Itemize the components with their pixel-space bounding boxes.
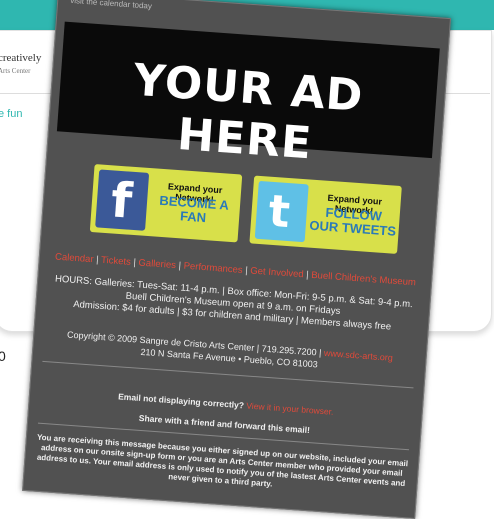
nav-link-get-involved[interactable]: Get Involved [250,265,304,280]
twitter-cta: FOLLOW OUR TWEETS [308,204,397,239]
twitter-follow-button[interactable]: t Expand your Network! FOLLOW OUR TWEETS [249,175,402,254]
background-logo: creatively Arts Center [0,52,41,78]
background-link[interactable]: e fun [0,108,22,120]
email-not-displaying-text: Email not displaying correctly? [117,391,245,411]
ad-banner-text: YOUR AD HERE [131,54,366,170]
facebook-cta: BECOME A FAN [158,192,230,226]
twitter-icon: t [254,180,309,243]
nav-link-performances[interactable]: Performances [183,261,243,276]
background-logo-line1: creatively [0,52,42,64]
ad-banner[interactable]: YOUR AD HERE [56,21,440,169]
view-in-browser-link[interactable]: View it in your browser. [246,401,334,417]
email-newsletter-preview: visit the calendar today YOUR AD HERE f … [22,0,451,519]
copyright-info: Copyright © 2009 Sangre de Cristo Arts C… [39,327,420,378]
nav-link-tickets[interactable]: Tickets [101,255,131,268]
background-logo-line2: Arts Center [0,67,31,75]
nav-link-childrens-museum[interactable]: Buell Children's Museum [311,270,416,288]
nav-link-calendar[interactable]: Calendar [55,251,94,265]
receiving-notice: You are receiving this message because y… [36,432,409,489]
background-number: 0 [0,348,6,364]
email-display-notice: Email not displaying correctly? View it … [34,384,415,443]
facebook-icon: f [95,169,150,231]
nav-link-galleries[interactable]: Galleries [138,257,176,271]
facebook-fan-button[interactable]: f Expand your Network! BECOME A FAN [89,164,243,243]
